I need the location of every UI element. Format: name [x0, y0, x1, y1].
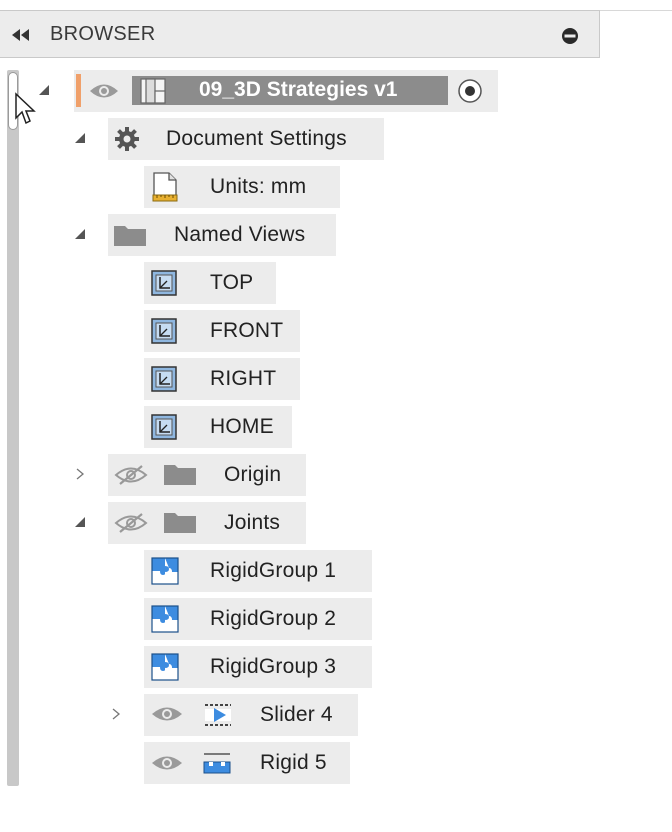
tree-item-label: Origin — [224, 463, 282, 486]
tree-item-label: RIGHT — [210, 367, 277, 390]
collapse-arrow-icon[interactable] — [74, 468, 86, 480]
tree-item-document-settings[interactable]: Document Settings — [108, 118, 384, 160]
named-view-icon — [151, 366, 177, 392]
eye-hidden-icon[interactable] — [114, 512, 148, 534]
expand-arrow-icon[interactable] — [74, 132, 86, 144]
tree-item-rigidgroup-3[interactable]: RigidGroup 3 — [144, 646, 372, 688]
tree-item-origin[interactable]: Origin — [108, 454, 306, 496]
eye-icon[interactable] — [150, 703, 184, 725]
tree-item-label: RigidGroup 2 — [210, 607, 337, 630]
panel-title: BROWSER — [50, 23, 156, 45]
rigid-group-icon — [151, 605, 179, 633]
tree-item-label: Slider 4 — [260, 703, 333, 726]
active-component-marker — [76, 74, 81, 107]
named-view-icon — [151, 270, 177, 296]
units-document-icon — [152, 172, 178, 202]
expand-arrow-icon[interactable] — [74, 228, 86, 240]
eye-hidden-icon[interactable] — [114, 464, 148, 486]
radio-target-icon[interactable] — [457, 78, 483, 104]
tree-item-view-top[interactable]: TOP — [144, 262, 276, 304]
mouse-cursor-icon — [15, 92, 36, 125]
tree-item-label: Named Views — [174, 223, 306, 246]
expand-arrow-icon[interactable] — [74, 516, 86, 528]
gear-icon — [115, 127, 139, 151]
named-view-icon — [151, 414, 177, 440]
tree-item-view-front[interactable]: FRONT — [144, 310, 300, 352]
folder-icon — [114, 226, 146, 246]
tree-item-label: RigidGroup 1 — [210, 559, 337, 582]
tree-item-rigidgroup-2[interactable]: RigidGroup 2 — [144, 598, 372, 640]
tree-item-slider-4[interactable]: Slider 4 — [144, 694, 358, 736]
eye-icon[interactable] — [150, 752, 184, 774]
tree-item-label: HOME — [210, 415, 274, 438]
root-label: 09_3D Strategies v1 — [199, 78, 398, 101]
tree-item-units[interactable]: Units: mm — [144, 166, 340, 208]
named-view-icon — [151, 318, 177, 344]
tree-item-label: TOP — [210, 271, 254, 294]
collapse-arrow-icon[interactable] — [110, 708, 122, 720]
tree-item-joints[interactable]: Joints — [108, 502, 306, 544]
folder-icon — [164, 513, 196, 533]
expand-arrow-icon[interactable] — [38, 84, 50, 96]
rigid-group-icon — [151, 653, 179, 681]
tree-item-label: RigidGroup 3 — [210, 655, 337, 678]
slider-joint-icon — [205, 704, 231, 726]
tree-item-label: Units: mm — [210, 175, 307, 198]
top-divider — [600, 10, 672, 11]
tree-item-label: Rigid 5 — [260, 751, 327, 774]
browser-header: BROWSER — [0, 10, 600, 58]
double-left-arrow-icon[interactable] — [10, 27, 32, 43]
tree-item-label: FRONT — [210, 319, 284, 342]
tree-item-label: Document Settings — [166, 127, 347, 150]
folder-icon — [164, 465, 196, 485]
minus-circle-icon[interactable] — [561, 27, 579, 45]
tree-item-label: Joints — [224, 511, 281, 534]
tree-item-rigid-5[interactable]: Rigid 5 — [144, 742, 350, 784]
eye-icon[interactable] — [88, 80, 120, 102]
component-icon — [140, 78, 166, 104]
tree-item-rigidgroup-1[interactable]: RigidGroup 1 — [144, 550, 372, 592]
rigid-joint-icon — [203, 753, 231, 774]
scrollbar-track[interactable] — [7, 70, 19, 786]
rigid-group-icon — [151, 557, 179, 585]
tree-item-view-right[interactable]: RIGHT — [144, 358, 300, 400]
tree-item-named-views[interactable]: Named Views — [108, 214, 336, 256]
tree-item-view-home[interactable]: HOME — [144, 406, 292, 448]
